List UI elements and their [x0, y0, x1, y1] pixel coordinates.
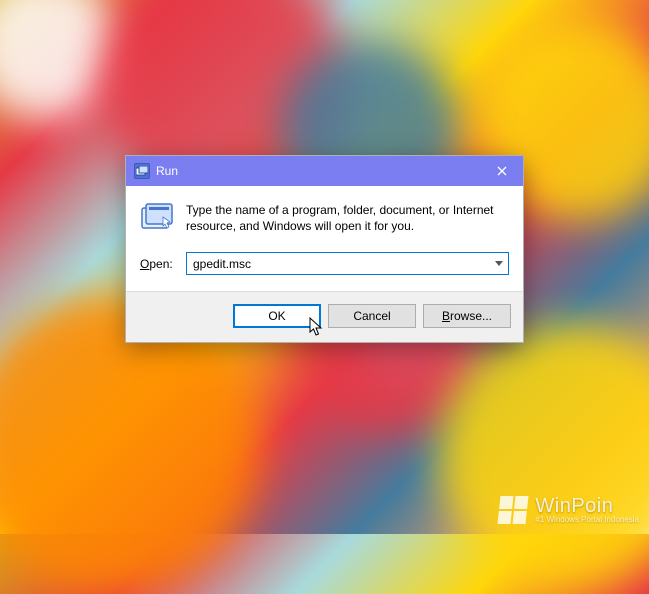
watermark-title: WinPoin — [535, 496, 639, 516]
combobox-dropdown-button[interactable] — [490, 253, 508, 274]
instruction-text: Type the name of a program, folder, docu… — [186, 202, 509, 234]
dialog-footer: OK Cancel Browse... — [126, 291, 523, 342]
open-combobox[interactable] — [186, 252, 509, 275]
ok-button[interactable]: OK — [233, 304, 321, 328]
open-label: Open: — [140, 257, 186, 271]
run-dialog: Run Type the name of a program, folder, … — [125, 155, 524, 343]
open-input[interactable] — [187, 253, 490, 274]
titlebar-title: Run — [156, 164, 489, 178]
cancel-button[interactable]: Cancel — [328, 304, 416, 328]
titlebar[interactable]: Run — [126, 156, 523, 186]
watermark: WinPoin #1 Windows Portal Indonesia — [499, 496, 639, 524]
watermark-subtitle: #1 Windows Portal Indonesia — [535, 516, 639, 524]
close-button[interactable] — [489, 156, 515, 186]
run-app-icon — [140, 202, 176, 232]
dialog-body: Type the name of a program, folder, docu… — [126, 186, 523, 291]
watermark-logo-icon — [498, 496, 529, 524]
run-titlebar-icon — [134, 163, 150, 179]
browse-button[interactable]: Browse... — [423, 304, 511, 328]
